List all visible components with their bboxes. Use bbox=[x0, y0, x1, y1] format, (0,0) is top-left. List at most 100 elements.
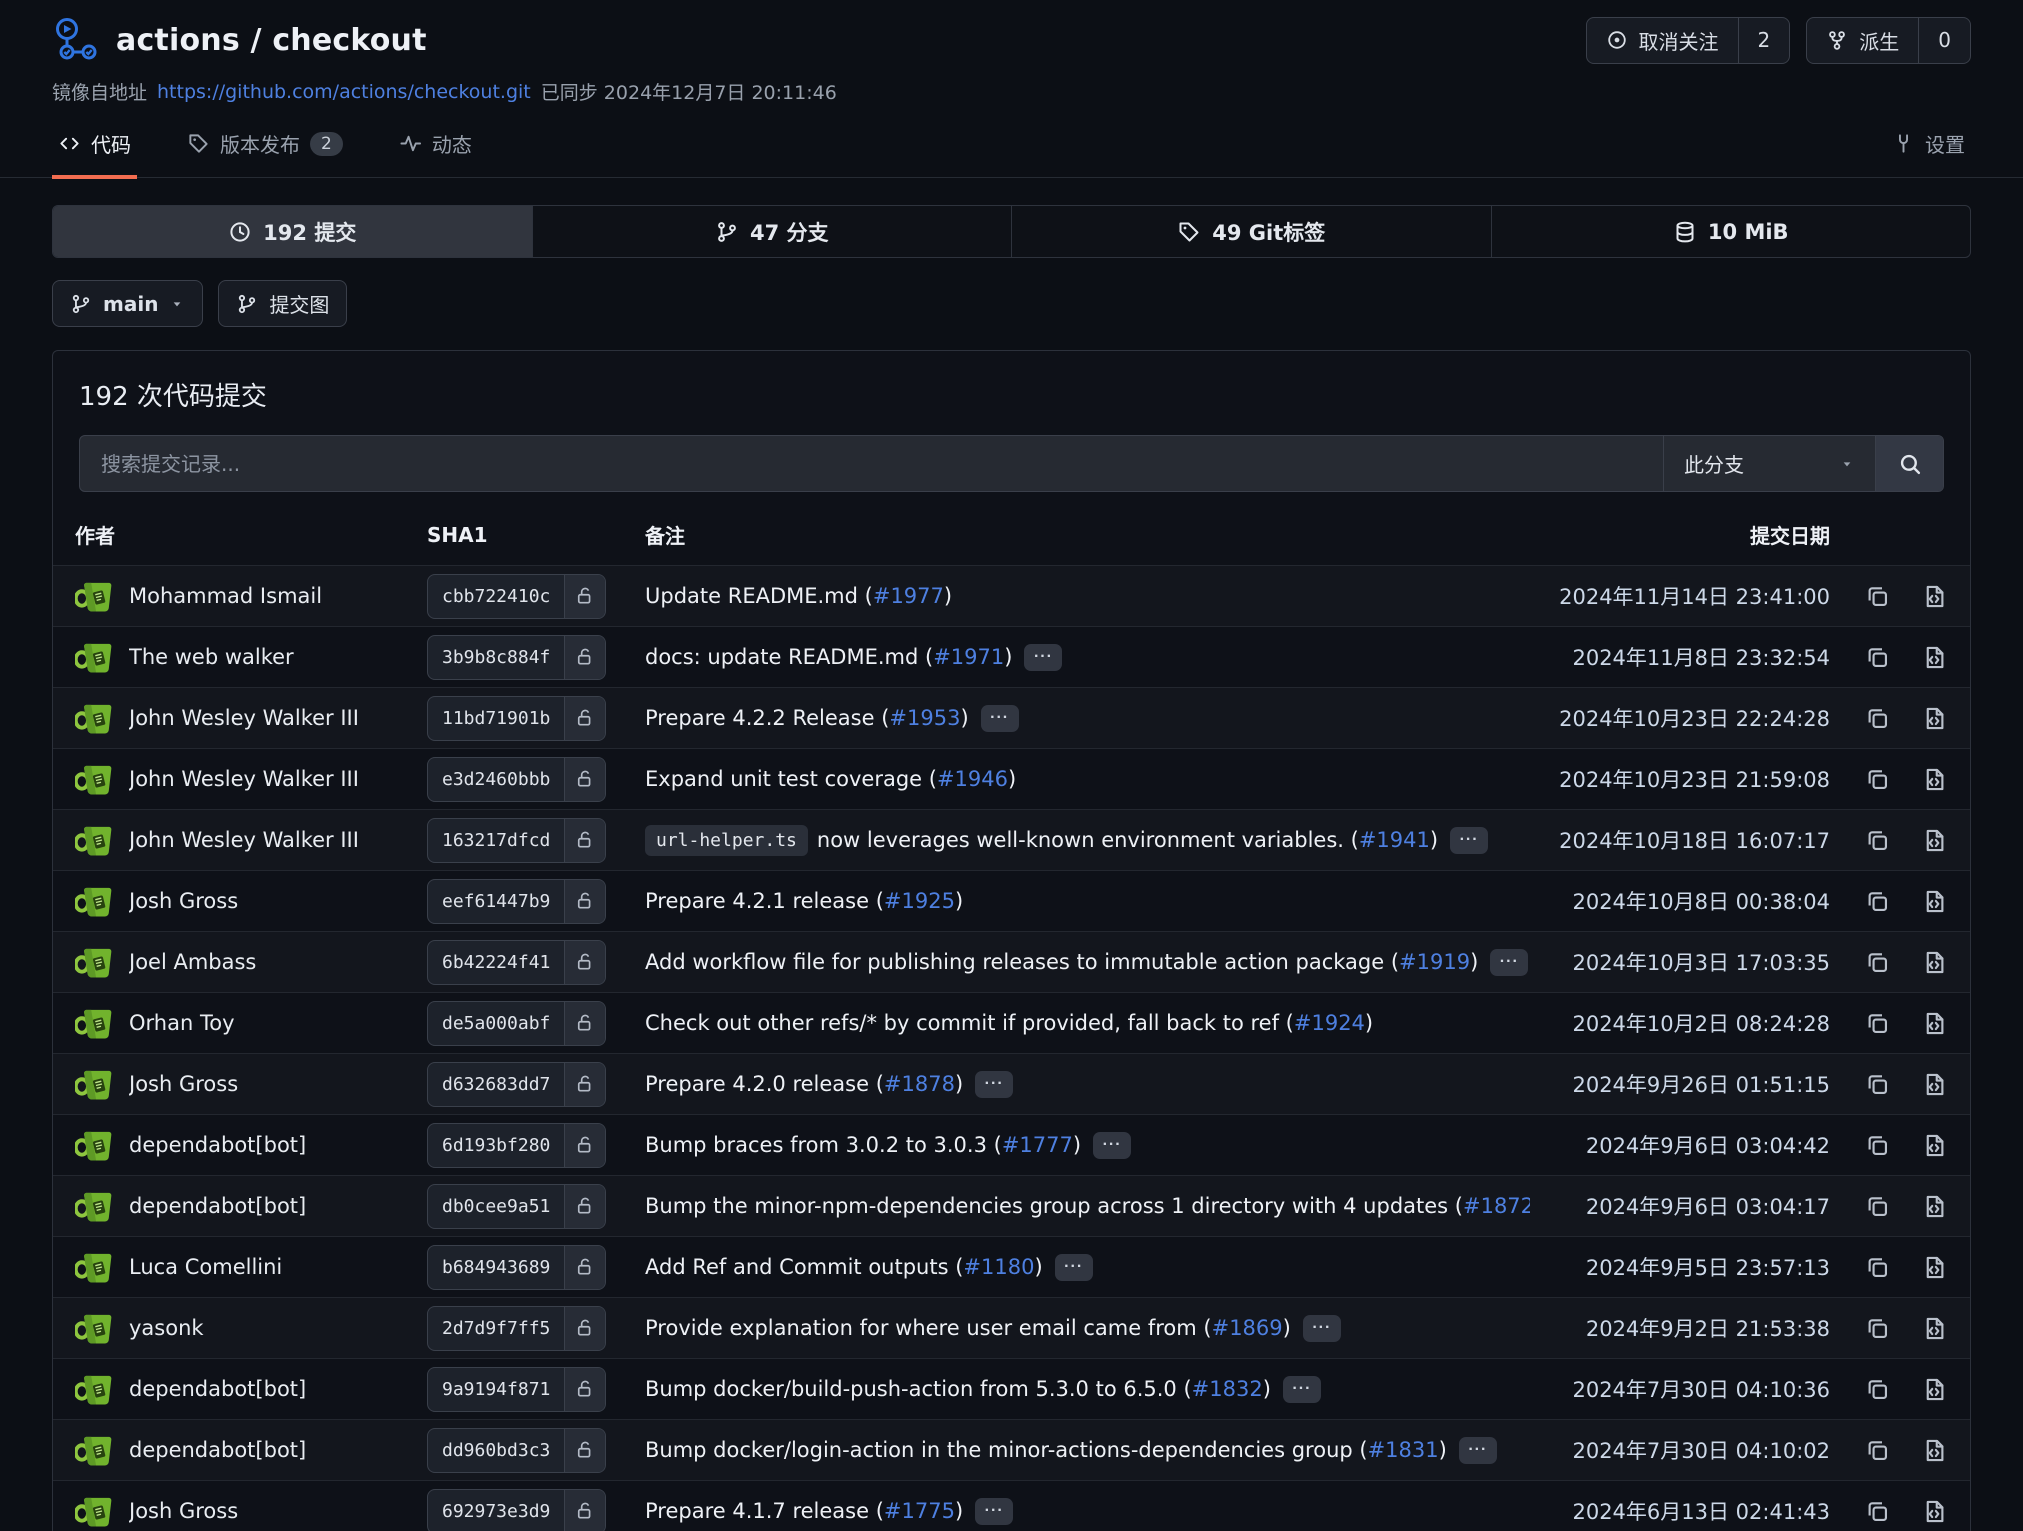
pr-link[interactable]: #1925 bbox=[884, 889, 955, 913]
search-input[interactable] bbox=[80, 436, 1663, 491]
commit-sha[interactable]: 163217dfcd bbox=[428, 819, 564, 862]
fork-count[interactable]: 0 bbox=[1918, 18, 1970, 63]
pr-link[interactable]: #1872 bbox=[1463, 1194, 1530, 1218]
copy-sha-icon[interactable] bbox=[1864, 1254, 1891, 1281]
commit-sha[interactable]: de5a000abf bbox=[428, 1002, 564, 1045]
commit-sha-badge[interactable]: db0cee9a51 bbox=[427, 1184, 606, 1229]
browse-source-icon[interactable] bbox=[1921, 1010, 1948, 1037]
branch-scope-dropdown[interactable]: 此分支 bbox=[1663, 436, 1875, 491]
expand-commit-body-button[interactable]: ··· bbox=[975, 1071, 1013, 1098]
fork-button[interactable]: 派生 bbox=[1807, 18, 1918, 63]
copy-sha-icon[interactable] bbox=[1864, 1010, 1891, 1037]
avatar[interactable] bbox=[75, 1250, 114, 1285]
unwatch-button[interactable]: 取消关注 bbox=[1587, 18, 1738, 63]
browse-source-icon[interactable] bbox=[1921, 1071, 1948, 1098]
avatar[interactable] bbox=[75, 701, 114, 736]
avatar[interactable] bbox=[75, 1494, 114, 1529]
copy-sha-icon[interactable] bbox=[1864, 827, 1891, 854]
browse-source-icon[interactable] bbox=[1921, 1376, 1948, 1403]
avatar[interactable] bbox=[75, 1128, 114, 1163]
commit-sha-badge[interactable]: cbb722410c bbox=[427, 574, 606, 619]
avatar[interactable] bbox=[75, 1189, 114, 1224]
avatar[interactable] bbox=[75, 1372, 114, 1407]
commit-author-name[interactable]: Josh Gross bbox=[129, 889, 238, 913]
commit-sha-badge[interactable]: de5a000abf bbox=[427, 1001, 606, 1046]
browse-source-icon[interactable] bbox=[1921, 583, 1948, 610]
tab-settings[interactable]: 设置 bbox=[1886, 119, 1971, 179]
search-button[interactable] bbox=[1875, 436, 1943, 491]
copy-sha-icon[interactable] bbox=[1864, 888, 1891, 915]
pr-link[interactable]: #1946 bbox=[937, 767, 1008, 791]
avatar[interactable] bbox=[75, 823, 114, 858]
commit-author-name[interactable]: Luca Comellini bbox=[129, 1255, 282, 1279]
pr-link[interactable]: #1869 bbox=[1212, 1316, 1283, 1340]
browse-source-icon[interactable] bbox=[1921, 1132, 1948, 1159]
copy-sha-icon[interactable] bbox=[1864, 766, 1891, 793]
copy-sha-icon[interactable] bbox=[1864, 1193, 1891, 1220]
copy-sha-icon[interactable] bbox=[1864, 1376, 1891, 1403]
commit-graph-button[interactable]: 提交图 bbox=[218, 280, 347, 327]
commit-sha[interactable]: b684943689 bbox=[428, 1246, 564, 1289]
copy-sha-icon[interactable] bbox=[1864, 705, 1891, 732]
pr-link[interactable]: #1777 bbox=[1002, 1133, 1073, 1157]
expand-commit-body-button[interactable]: ··· bbox=[1055, 1254, 1093, 1281]
watch-count[interactable]: 2 bbox=[1738, 18, 1790, 63]
commit-sha-badge[interactable]: eef61447b9 bbox=[427, 879, 606, 924]
avatar[interactable] bbox=[75, 1311, 114, 1346]
commit-sha-badge[interactable]: d632683dd7 bbox=[427, 1062, 606, 1107]
avatar[interactable] bbox=[75, 1433, 114, 1468]
commit-author-name[interactable]: Josh Gross bbox=[129, 1072, 238, 1096]
expand-commit-body-button[interactable]: ··· bbox=[1024, 644, 1062, 671]
browse-source-icon[interactable] bbox=[1921, 888, 1948, 915]
commit-sha-badge[interactable]: 6b42224f41 bbox=[427, 940, 606, 985]
commit-sha[interactable]: e3d2460bbb bbox=[428, 758, 564, 801]
pr-link[interactable]: #1878 bbox=[884, 1072, 955, 1096]
commit-sha-badge[interactable]: 2d7d9f7ff5 bbox=[427, 1306, 606, 1351]
browse-source-icon[interactable] bbox=[1921, 766, 1948, 793]
avatar[interactable] bbox=[75, 884, 114, 919]
avatar[interactable] bbox=[75, 640, 114, 675]
commit-sha[interactable]: 11bd71901b bbox=[428, 697, 564, 740]
commit-sha-badge[interactable]: dd960bd3c3 bbox=[427, 1428, 606, 1473]
expand-commit-body-button[interactable]: ··· bbox=[1490, 949, 1528, 976]
stats-branches[interactable]: 47 分支 bbox=[532, 206, 1012, 257]
pr-link[interactable]: #1977 bbox=[873, 584, 944, 608]
expand-commit-body-button[interactable]: ··· bbox=[1093, 1132, 1131, 1159]
commit-sha-badge[interactable]: 163217dfcd bbox=[427, 818, 606, 863]
avatar[interactable] bbox=[75, 762, 114, 797]
pr-link[interactable]: #1180 bbox=[963, 1255, 1034, 1279]
commit-sha-badge[interactable]: b684943689 bbox=[427, 1245, 606, 1290]
expand-commit-body-button[interactable]: ··· bbox=[1459, 1437, 1497, 1464]
browse-source-icon[interactable] bbox=[1921, 1254, 1948, 1281]
mirror-url-link[interactable]: https://github.com/actions/checkout.git bbox=[157, 81, 531, 103]
avatar[interactable] bbox=[75, 1067, 114, 1102]
tab-activity[interactable]: 动态 bbox=[393, 119, 478, 179]
commit-author-name[interactable]: John Wesley Walker III bbox=[129, 767, 359, 791]
commit-sha[interactable]: 692973e3d9 bbox=[428, 1490, 564, 1531]
commit-author-name[interactable]: Mohammad Ismail bbox=[129, 584, 322, 608]
pr-link[interactable]: #1953 bbox=[889, 706, 960, 730]
commit-sha[interactable]: d632683dd7 bbox=[428, 1063, 564, 1106]
copy-sha-icon[interactable] bbox=[1864, 1437, 1891, 1464]
copy-sha-icon[interactable] bbox=[1864, 583, 1891, 610]
expand-commit-body-button[interactable]: ··· bbox=[1303, 1315, 1341, 1342]
browse-source-icon[interactable] bbox=[1921, 1437, 1948, 1464]
commit-sha-badge[interactable]: 692973e3d9 bbox=[427, 1489, 606, 1531]
copy-sha-icon[interactable] bbox=[1864, 1315, 1891, 1342]
commit-author-name[interactable]: dependabot[bot] bbox=[129, 1377, 306, 1401]
commit-author-name[interactable]: dependabot[bot] bbox=[129, 1194, 306, 1218]
commit-sha-badge[interactable]: 9a9194f871 bbox=[427, 1367, 606, 1412]
browse-source-icon[interactable] bbox=[1921, 705, 1948, 732]
commit-sha[interactable]: 6d193bf280 bbox=[428, 1124, 564, 1167]
avatar[interactable] bbox=[75, 945, 114, 980]
pr-link[interactable]: #1941 bbox=[1359, 828, 1430, 852]
commit-sha[interactable]: dd960bd3c3 bbox=[428, 1429, 564, 1472]
pr-link[interactable]: #1832 bbox=[1192, 1377, 1263, 1401]
expand-commit-body-button[interactable]: ··· bbox=[1450, 827, 1488, 854]
commit-sha[interactable]: db0cee9a51 bbox=[428, 1185, 564, 1228]
copy-sha-icon[interactable] bbox=[1864, 1498, 1891, 1525]
commit-sha[interactable]: cbb722410c bbox=[428, 575, 564, 618]
commit-sha-badge[interactable]: e3d2460bbb bbox=[427, 757, 606, 802]
expand-commit-body-button[interactable]: ··· bbox=[981, 705, 1019, 732]
commit-sha-badge[interactable]: 6d193bf280 bbox=[427, 1123, 606, 1168]
